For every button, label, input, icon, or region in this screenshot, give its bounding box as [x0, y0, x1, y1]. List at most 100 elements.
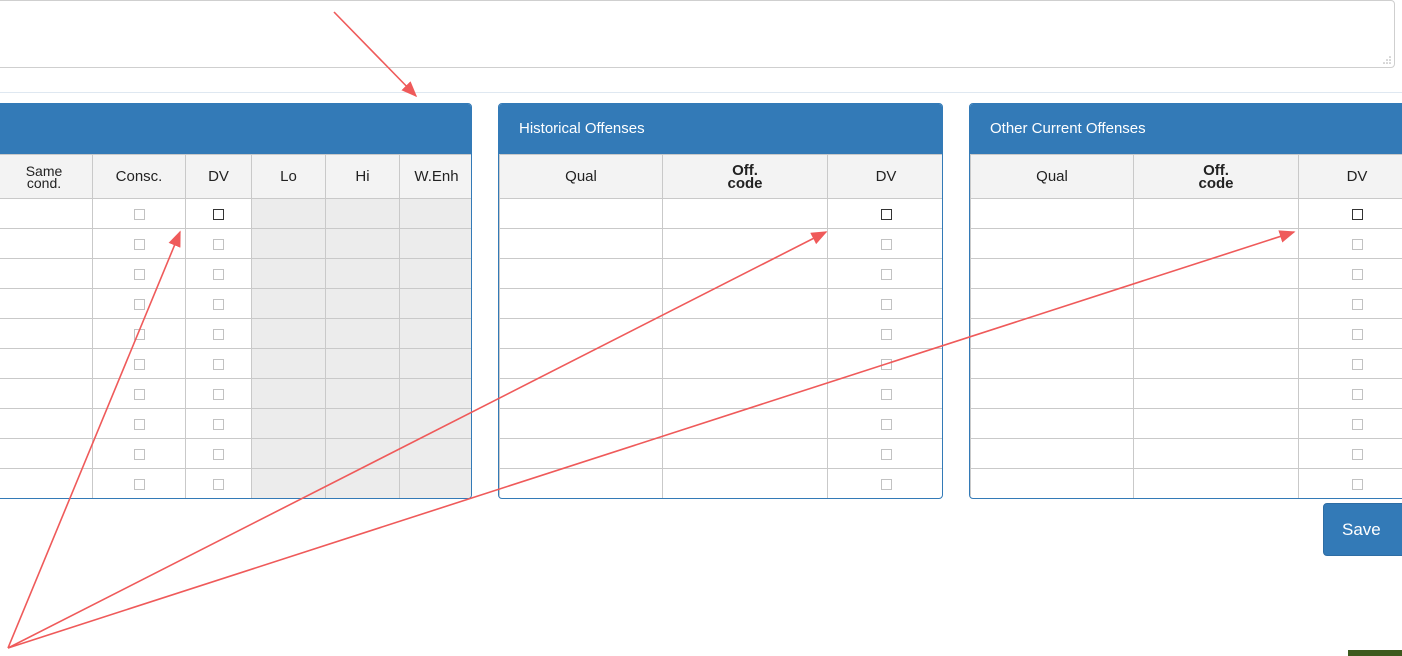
- consc-checkbox[interactable]: [133, 389, 145, 401]
- off-code-cell[interactable]: [662, 198, 828, 229]
- dv-checkbox[interactable]: [880, 389, 892, 401]
- qual-cell[interactable]: [499, 318, 663, 349]
- dv-checkbox[interactable]: [213, 419, 224, 431]
- consc-checkbox[interactable]: [133, 449, 145, 461]
- dv-checkbox[interactable]: [213, 209, 224, 221]
- dv-checkbox[interactable]: [1351, 209, 1363, 221]
- off-code-cell[interactable]: [1133, 408, 1299, 439]
- consc-checkbox[interactable]: [133, 359, 145, 371]
- off-code-cell[interactable]: [1133, 468, 1299, 498]
- qual-cell[interactable]: [499, 348, 663, 379]
- off-code-cell[interactable]: [662, 258, 828, 289]
- off-code-cell[interactable]: [662, 408, 828, 439]
- dv-checkbox[interactable]: [880, 269, 892, 281]
- dv-checkbox[interactable]: [880, 419, 892, 431]
- qual-cell[interactable]: [970, 318, 1134, 349]
- off-code-cell[interactable]: [662, 468, 828, 498]
- consc-checkbox[interactable]: [133, 269, 145, 281]
- table-row: [0, 228, 471, 259]
- off-code-cell[interactable]: [1133, 318, 1299, 349]
- qual-cell[interactable]: [970, 438, 1134, 469]
- table-row: [499, 318, 942, 349]
- dv-checkbox[interactable]: [1351, 239, 1363, 251]
- qual-cell[interactable]: [499, 288, 663, 319]
- dv-checkbox[interactable]: [213, 449, 224, 461]
- same-cond-cell: [0, 468, 93, 498]
- qual-cell[interactable]: [499, 378, 663, 409]
- qual-cell[interactable]: [970, 408, 1134, 439]
- dv-checkbox[interactable]: [880, 239, 892, 251]
- consc-checkbox[interactable]: [133, 419, 145, 431]
- qual-cell[interactable]: [499, 408, 663, 439]
- off-code-cell[interactable]: [1133, 348, 1299, 379]
- dv-checkbox[interactable]: [880, 359, 892, 371]
- dv-checkbox[interactable]: [213, 479, 224, 491]
- dv-checkbox[interactable]: [1351, 449, 1363, 461]
- notes-textarea[interactable]: [0, 0, 1395, 68]
- off-code-cell[interactable]: [1133, 228, 1299, 259]
- off-code-cell[interactable]: [662, 318, 828, 349]
- consc-checkbox[interactable]: [133, 299, 145, 311]
- qual-cell[interactable]: [499, 258, 663, 289]
- lo-cell: [251, 258, 326, 289]
- off-code-cell[interactable]: [1133, 258, 1299, 289]
- dv-checkbox[interactable]: [1351, 299, 1363, 311]
- dv-checkbox[interactable]: [1351, 389, 1363, 401]
- off-code-cell[interactable]: [662, 378, 828, 409]
- dv-checkbox[interactable]: [1351, 329, 1363, 341]
- table-row: [499, 288, 942, 319]
- qual-cell[interactable]: [499, 438, 663, 469]
- table-row: [970, 198, 1402, 229]
- dv-checkbox[interactable]: [1351, 269, 1363, 281]
- qual-cell[interactable]: [970, 288, 1134, 319]
- same-cond-cell: [0, 288, 93, 319]
- dv-checkbox[interactable]: [213, 269, 224, 281]
- consc-cell: [92, 378, 186, 409]
- qual-cell[interactable]: [970, 198, 1134, 229]
- consc-checkbox[interactable]: [133, 329, 145, 341]
- dv-checkbox[interactable]: [1351, 479, 1363, 491]
- consc-checkbox[interactable]: [133, 209, 145, 221]
- qual-cell[interactable]: [970, 468, 1134, 498]
- table-row: [970, 408, 1402, 439]
- dv-checkbox[interactable]: [213, 299, 224, 311]
- dv-checkbox[interactable]: [880, 479, 892, 491]
- current-offense-table: Same cond. Consc. DV Lo Hi W.Enh: [0, 154, 471, 498]
- dv-checkbox[interactable]: [213, 389, 224, 401]
- off-code-cell[interactable]: [1133, 288, 1299, 319]
- save-button[interactable]: Save: [1323, 503, 1402, 556]
- dv-checkbox[interactable]: [880, 329, 892, 341]
- off-code-cell[interactable]: [662, 228, 828, 259]
- dv-checkbox[interactable]: [880, 209, 892, 221]
- consc-checkbox[interactable]: [133, 479, 145, 491]
- off-code-cell[interactable]: [1133, 438, 1299, 469]
- qual-cell[interactable]: [970, 378, 1134, 409]
- dv-cell: [185, 468, 252, 498]
- qual-cell[interactable]: [499, 198, 663, 229]
- w-enh-cell: [399, 318, 471, 349]
- qual-cell[interactable]: [970, 228, 1134, 259]
- qual-cell[interactable]: [970, 258, 1134, 289]
- qual-cell[interactable]: [499, 468, 663, 498]
- off-code-cell[interactable]: [662, 438, 828, 469]
- dv-checkbox[interactable]: [213, 239, 224, 251]
- hi-cell: [325, 288, 400, 319]
- dv-checkbox[interactable]: [213, 329, 224, 341]
- dv-checkbox[interactable]: [1351, 359, 1363, 371]
- same-cond-cell: [0, 228, 93, 259]
- dv-checkbox[interactable]: [880, 299, 892, 311]
- dv-checkbox[interactable]: [880, 449, 892, 461]
- w-enh-cell: [399, 438, 471, 469]
- dv-checkbox[interactable]: [213, 359, 224, 371]
- off-code-cell[interactable]: [662, 288, 828, 319]
- corner-block: [1348, 650, 1402, 656]
- resize-grip-icon[interactable]: [1382, 55, 1391, 64]
- off-code-cell[interactable]: [662, 348, 828, 379]
- dv-cell: [827, 438, 942, 469]
- off-code-cell[interactable]: [1133, 198, 1299, 229]
- consc-checkbox[interactable]: [133, 239, 145, 251]
- qual-cell[interactable]: [499, 228, 663, 259]
- qual-cell[interactable]: [970, 348, 1134, 379]
- dv-checkbox[interactable]: [1351, 419, 1363, 431]
- off-code-cell[interactable]: [1133, 378, 1299, 409]
